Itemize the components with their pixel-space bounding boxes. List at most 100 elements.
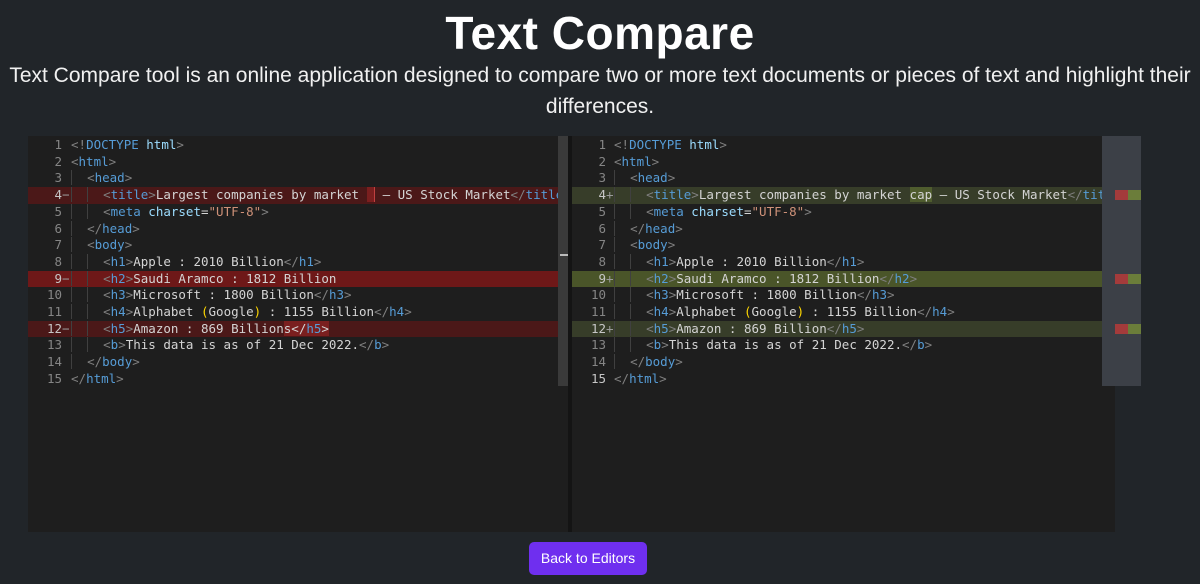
code-line[interactable]: 4− <title>Largest companies by market — …	[28, 187, 568, 204]
page-description: Text Compare tool is an online applicati…	[9, 64, 1191, 118]
code-text: <body>	[614, 237, 675, 254]
code-line[interactable]: 5 <meta charset="UTF-8">	[572, 203, 1115, 221]
back-to-editors-button[interactable]: Back to Editors	[529, 542, 647, 575]
line-number: 14	[590, 354, 606, 370]
line-number: 15	[590, 370, 606, 386]
line-number: 2	[598, 153, 606, 169]
code-text: <meta charset="UTF-8">	[71, 203, 269, 221]
line-number: 7	[598, 237, 606, 253]
code-line[interactable]: 15 </html>	[28, 371, 568, 388]
overview-diff-mark	[1115, 190, 1128, 201]
overview-diff-mark	[1115, 323, 1128, 334]
code-text: <h2>Saudi Aramco : 1812 Billion	[71, 270, 336, 288]
code-line[interactable]: 9 + <h2>Saudi Aramco : 1812 Billion</h2>	[572, 270, 1115, 288]
code-line[interactable]: 14 </body>	[28, 354, 568, 371]
code-line[interactable]: 8 <h1>Apple : 2010 Billion</h1>	[572, 253, 1115, 271]
code-text: <html>	[71, 153, 117, 169]
line-number: 8	[54, 253, 62, 269]
code-line[interactable]: 9− <h2>Saudi Aramco : 1812 Billion	[28, 270, 568, 288]
overview-diff-mark	[1128, 190, 1141, 201]
code-text: </html>	[614, 370, 667, 386]
code-line[interactable]: 3 <head>	[572, 170, 1115, 187]
line-number: 11	[46, 304, 62, 319]
line-number: 14	[46, 354, 62, 370]
code-text: <h2>Saudi Aramco : 1812 Billion</h2>	[614, 270, 917, 288]
line-number: 1	[598, 137, 606, 152]
line-number: 10	[46, 287, 62, 303]
code-line[interactable]: 13 <b>This data is as of 21 Dec 2022.</b…	[28, 337, 568, 354]
code-line[interactable]: 13 <b>This data is as of 21 Dec 2022.</b…	[572, 337, 1115, 354]
code-text: </body>	[71, 354, 140, 371]
code-text: <!DOCTYPE html>	[71, 137, 184, 152]
code-text: <body>	[71, 237, 132, 254]
line-number: 2	[54, 153, 62, 169]
line-number: 6	[54, 220, 62, 236]
code-line[interactable]: 7 <body>	[28, 237, 568, 254]
code-line[interactable]: 1 <!DOCTYPE html>	[28, 137, 568, 154]
line-number: 4	[598, 187, 606, 203]
code-line[interactable]: 2 <html>	[572, 154, 1115, 171]
code-line[interactable]: 14 </body>	[572, 354, 1115, 371]
code-line[interactable]: 8 <h1>Apple : 2010 Billion</h1>	[28, 253, 568, 271]
code-line[interactable]: 3 <head>	[28, 170, 568, 187]
code-line[interactable]: 12− <h5>Amazon : 869 Billions</h5>	[28, 320, 568, 338]
code-line[interactable]: 4 + <title>Largest companies by market ca…	[572, 187, 1115, 204]
code-line[interactable]: 7 <body>	[572, 237, 1115, 254]
code-line[interactable]: 6 </head>	[28, 220, 568, 238]
code-text: <h5>Amazon : 869 Billions</h5>	[71, 320, 329, 338]
code-text: <title>Largest companies by market — US …	[71, 187, 568, 204]
line-number: 3	[54, 170, 62, 186]
code-line[interactable]: 5 <meta charset="UTF-8">	[28, 203, 568, 221]
line-number: 7	[54, 237, 62, 253]
overview-diff-mark	[1128, 273, 1141, 284]
code-text: <title>Largest companies by market cap —…	[614, 187, 1115, 204]
line-number: 6	[598, 220, 606, 236]
code-text: <b>This data is as of 21 Dec 2022.</b>	[614, 337, 932, 354]
code-line[interactable]: 6 </head>	[572, 220, 1115, 238]
code-text: <h3>Microsoft : 1800 Billion</h3>	[614, 287, 895, 304]
diff-overview-ruler[interactable]	[1102, 136, 1141, 386]
line-number: 9	[54, 270, 62, 286]
code-text: <meta charset="UTF-8">	[614, 203, 812, 221]
line-number: 13	[46, 337, 62, 353]
line-number: 12	[46, 320, 62, 336]
page-title: Text Compare	[445, 7, 755, 59]
diff-editor[interactable]: 1 <!DOCTYPE html> 2 <html> 3 <head> 4− <title…	[28, 136, 1115, 532]
code-text: <b>This data is as of 21 Dec 2022.</b>	[71, 337, 389, 354]
code-text: <head>	[71, 170, 132, 187]
line-number: 15	[46, 370, 62, 386]
line-number: 4	[54, 187, 62, 203]
code-text: <!DOCTYPE html>	[614, 137, 727, 152]
code-line[interactable]: 2 <html>	[28, 154, 568, 171]
line-number: 5	[598, 203, 606, 219]
code-text: <html>	[614, 153, 660, 169]
code-line[interactable]: 10 <h3>Microsoft : 1800 Billion</h3>	[28, 287, 568, 304]
code-text: </html>	[71, 370, 124, 386]
code-text: <h3>Microsoft : 1800 Billion</h3>	[71, 287, 352, 304]
line-number: 1	[54, 137, 62, 152]
line-number: 9	[598, 270, 606, 286]
overview-diff-mark	[1128, 323, 1141, 334]
line-number: 8	[598, 253, 606, 269]
code-text: </head>	[71, 220, 140, 238]
line-number: 10	[590, 287, 606, 303]
code-line[interactable]: 15 </html>	[572, 371, 1115, 388]
code-text: <h4>Alphabet (Google) : 1155 Billion</h4…	[71, 304, 412, 321]
code-text: <h1>Apple : 2010 Billion</h1>	[614, 253, 864, 271]
code-line[interactable]: 11 <h4>Alphabet (Google) : 1155 Billion<…	[572, 304, 1115, 321]
modified-editor-pane[interactable]: 1 <!DOCTYPE html> 2 <html> 3 <head> 4 + <title…	[572, 136, 1115, 532]
code-line[interactable]: 10 <h3>Microsoft : 1800 Billion</h3>	[572, 287, 1115, 304]
code-line[interactable]: 1 <!DOCTYPE html>	[572, 137, 1115, 154]
line-number: 11	[590, 304, 606, 319]
line-number: 3	[598, 170, 606, 186]
code-line[interactable]: 12 + <h5>Amazon : 869 Billion</h5>	[572, 320, 1115, 338]
original-editor-pane[interactable]: 1 <!DOCTYPE html> 2 <html> 3 <head> 4− <title…	[28, 136, 568, 532]
code-text: <h4>Alphabet (Google) : 1155 Billion</h4…	[614, 304, 955, 321]
code-text: <h1>Apple : 2010 Billion</h1>	[71, 253, 321, 271]
code-text: </head>	[614, 220, 683, 238]
line-number: 12	[590, 320, 606, 336]
code-text: </body>	[614, 354, 683, 371]
overview-diff-mark	[1115, 273, 1128, 284]
code-text: <h5>Amazon : 869 Billion</h5>	[614, 320, 864, 338]
code-line[interactable]: 11 <h4>Alphabet (Google) : 1155 Billion<…	[28, 304, 568, 321]
